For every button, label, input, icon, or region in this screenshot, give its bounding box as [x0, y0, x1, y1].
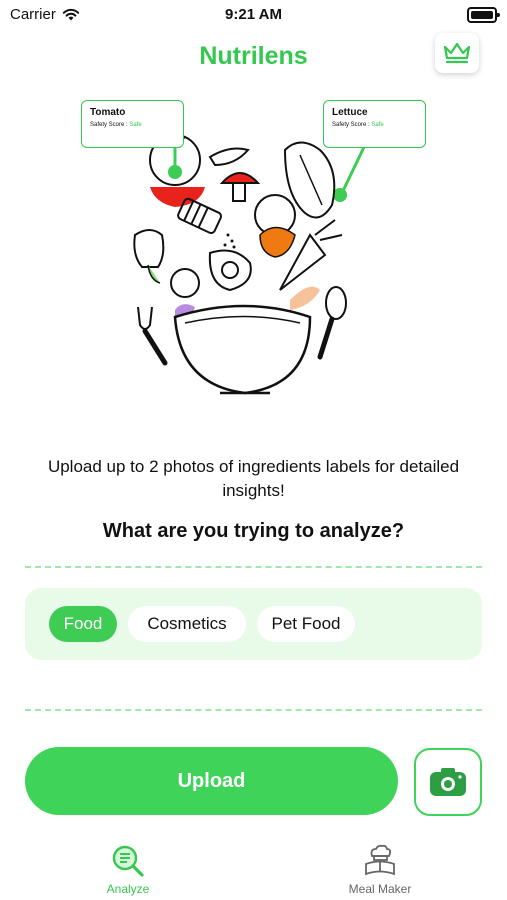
category-chip-cosmetics[interactable]: Cosmetics [128, 606, 246, 642]
divider-bottom [25, 709, 482, 711]
lettuce-tag-name: Lettuce [332, 107, 368, 118]
clock: 9:21 AM [225, 6, 282, 23]
analyze-question: What are you trying to analyze? [102, 520, 405, 542]
tab-meal-maker-label: Meal Maker [348, 882, 412, 896]
tomato-tag: Tomato Safety Score : Safe [81, 100, 184, 148]
tab-meal-maker[interactable]: Meal Maker [325, 842, 435, 896]
crown-icon [443, 42, 471, 64]
lettuce-tag-score: Safety Score : Safe [332, 122, 417, 128]
category-chip-food[interactable]: Food [49, 606, 117, 642]
upload-button[interactable]: Upload [25, 747, 398, 815]
divider-top [25, 566, 482, 568]
category-selector: Food Cosmetics Pet Food [25, 588, 482, 660]
upload-instructions: Upload up to 2 photos of ingredients lab… [47, 457, 460, 500]
premium-button[interactable] [435, 33, 479, 73]
tomato-score-label: Safety Score : [90, 122, 128, 128]
magnifier-document-icon [112, 845, 144, 877]
tomato-tag-name: Tomato [90, 107, 126, 118]
ingredients-illustration: Tomato Safety Score : Safe Lettuce Safet… [70, 95, 440, 415]
category-chip-pet-food[interactable]: Pet Food [257, 606, 355, 642]
tab-analyze-label: Analyze [106, 882, 150, 896]
bottom-tab-bar: Analyze Meal Maker [0, 840, 507, 900]
lettuce-tag: Lettuce Safety Score : Safe [323, 100, 426, 148]
status-bar: Carrier 9:21 AM [0, 0, 507, 28]
app-title: Nutrilens [199, 42, 308, 70]
battery-icon [467, 7, 500, 23]
book-chef-icon [365, 844, 395, 876]
lettuce-score-label: Safety Score : [332, 122, 370, 128]
camera-icon [430, 768, 466, 796]
camera-button[interactable] [414, 748, 482, 816]
tomato-score-value: Safe [129, 122, 142, 128]
lettuce-score-value: Safe [371, 122, 384, 128]
tomato-tag-score: Safety Score : Safe [90, 122, 175, 128]
tab-analyze[interactable]: Analyze [73, 842, 183, 896]
